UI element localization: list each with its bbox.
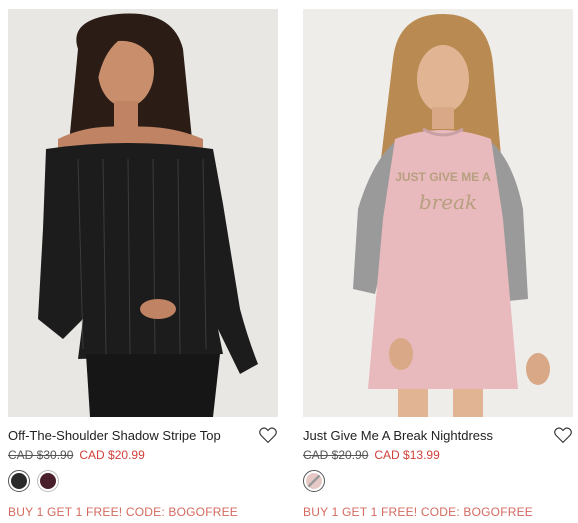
model-photo-pink-nightdress: JUST GIVE ME A break	[303, 9, 573, 417]
color-swatches	[303, 470, 573, 492]
sale-price: CAD $20.99	[79, 448, 145, 462]
original-price: CAD $20.90	[303, 448, 369, 462]
product-title[interactable]: Just Give Me A Break Nightdress	[303, 427, 573, 445]
promo-text: BUY 1 GET 1 FREE! CODE: BOGOFREE	[8, 505, 239, 519]
product-card[interactable]: Off-The-Shoulder Shadow Stripe Top CAD $…	[8, 9, 278, 519]
color-swatch[interactable]	[37, 470, 59, 492]
color-swatch[interactable]	[303, 470, 325, 492]
price: CAD $30.90 CAD $20.99	[8, 447, 278, 463]
product-image[interactable]	[8, 9, 278, 417]
color-swatch[interactable]	[8, 470, 30, 492]
product-image[interactable]: JUST GIVE ME A break	[303, 9, 573, 417]
product-card[interactable]: JUST GIVE ME A break Just Give Me A Brea…	[303, 9, 573, 519]
heart-icon[interactable]	[553, 426, 573, 444]
color-swatches	[8, 470, 278, 492]
price: CAD $20.90 CAD $13.99	[303, 447, 573, 463]
print-text-line1: JUST GIVE ME A	[395, 170, 491, 184]
model-photo-black-top	[8, 9, 278, 417]
product-title[interactable]: Off-The-Shoulder Shadow Stripe Top	[8, 427, 278, 445]
print-text-line2: break	[419, 190, 477, 214]
original-price: CAD $30.90	[8, 448, 74, 462]
sale-price: CAD $13.99	[374, 448, 440, 462]
heart-icon[interactable]	[258, 426, 278, 444]
promo-text: BUY 1 GET 1 FREE! CODE: BOGOFREE	[303, 505, 534, 519]
